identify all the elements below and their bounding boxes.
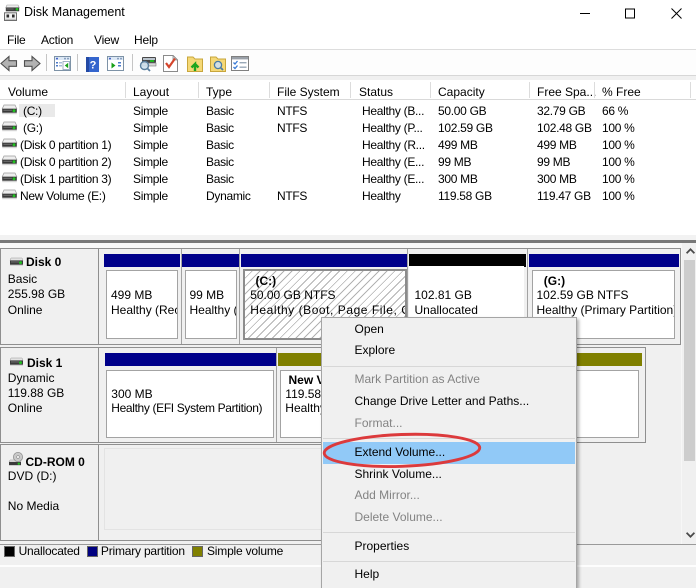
- svg-text:?: ?: [90, 60, 97, 72]
